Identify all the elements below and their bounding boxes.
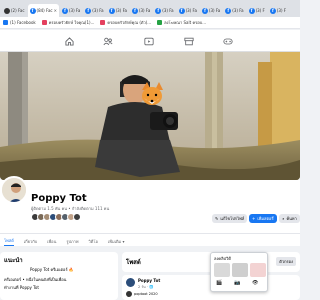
popup-title: ลงคลิปวิดี	[214, 256, 231, 261]
facebook-bookmark-icon	[3, 20, 8, 25]
tab-label: (3) Fa	[138, 8, 151, 13]
intro-card: แนะนำ Poppy Tot ครีเอเตอร์ 🔥 ครีเอเตอร์ …	[0, 252, 118, 300]
bookmark-label: ครอบครัวยักษ์ ใจคุณ(1)...	[48, 20, 95, 25]
intro-category: ครีเอเตอร์ • หนึ่งในคนดังที่เป็นเพื่อน	[4, 277, 67, 282]
tab-friends[interactable]: เพื่อน	[47, 238, 56, 245]
tab-videos[interactable]: วิดีโอ	[89, 238, 98, 245]
facebook-favicon-icon: f	[61, 7, 68, 14]
tab-label: (3) Fa	[92, 8, 104, 13]
tab-label: (3) F	[276, 8, 287, 13]
browser-tab[interactable]: f (3) Fa	[223, 4, 245, 17]
cover-photo-image	[0, 52, 300, 180]
facebook-favicon-icon: f	[29, 7, 36, 14]
bookmark-icon	[41, 20, 47, 25]
bookmark-label: ลงโฆษณา Salt ครอบ...	[164, 20, 207, 25]
profile-avatar[interactable]	[0, 176, 28, 204]
post-author-name-2[interactable]: poptoot 2020	[134, 292, 158, 296]
filter-button[interactable]: ตัวกรอง	[276, 257, 296, 266]
friends-icon[interactable]	[102, 35, 114, 47]
eye-icon[interactable]: 👁	[252, 280, 258, 286]
camera-icon[interactable]: 📷	[234, 280, 240, 286]
intro-bio: Poppy Tot ครีเอเตอร์ 🔥	[30, 267, 74, 272]
friend-avatar[interactable]	[73, 213, 81, 221]
post-time[interactable]: 2 วัน · 🌐	[138, 284, 153, 290]
plus-icon: +	[252, 216, 256, 221]
tab-label: (3) Fa	[185, 8, 197, 13]
followers-count[interactable]: ผู้ติดตาม 1.5 พัน คน • กำลังติดตาม 111 ค…	[31, 205, 109, 212]
posts-title: โพสต์	[126, 259, 141, 266]
tab-label: (3) Fa	[68, 8, 81, 13]
search-icon: ⌕	[282, 216, 285, 221]
marketplace-icon[interactable]	[183, 35, 195, 47]
header-divider	[0, 233, 300, 234]
pencil-icon: ✎	[215, 216, 219, 221]
browser-tab[interactable]: f (3) Fa	[107, 4, 129, 17]
facebook-favicon-icon: f	[131, 7, 138, 14]
gaming-icon[interactable]	[222, 35, 234, 47]
post-author-avatar[interactable]	[126, 291, 132, 297]
popup-thumbnail[interactable]	[214, 263, 230, 277]
browser-tab[interactable]: f (3) Fa	[177, 4, 199, 17]
video-icon[interactable]: 🎬	[216, 280, 222, 286]
bookmark-label: ครอบครัวยักษ์คุณ (ตัว)...	[107, 20, 152, 25]
chevron-down-icon: ▾	[122, 238, 125, 244]
add-story-button[interactable]: + เพิ่มสตอรี่	[249, 214, 277, 223]
friend-avatars[interactable]	[31, 213, 81, 221]
browser-tab[interactable]: f (3) Fa	[153, 4, 175, 17]
post-author-avatar[interactable]	[126, 278, 135, 287]
facebook-favicon-icon: f	[178, 7, 185, 14]
browser-tab-bar: (2) Fac f (84) Fac ✕ f (3) Fa f (3) Fa f (3) …	[0, 0, 300, 17]
tab-label: (84) Fac	[36, 8, 53, 13]
search-button[interactable]: ⌕ ค้นหา	[279, 214, 300, 223]
tab-favicon-icon	[4, 7, 10, 14]
tab-about[interactable]: เกี่ยวกับ	[24, 238, 37, 245]
tab-photos[interactable]: รูปภาพ	[66, 238, 78, 245]
intro-title: แนะนำ	[4, 257, 23, 264]
tab-label: (3) Fa	[232, 8, 244, 13]
popup-thumbnail[interactable]	[250, 263, 266, 277]
bookmark-icon	[157, 20, 163, 25]
facebook-favicon-icon: f	[85, 7, 92, 14]
browser-tab[interactable]: f (3) Fa	[200, 4, 222, 17]
bookmark-item[interactable]: ลงโฆษณา Salt ครอบ...	[157, 19, 206, 26]
tab-more[interactable]: เพิ่มเติม ▾	[108, 238, 125, 245]
home-icon[interactable]	[63, 35, 75, 47]
floating-popup[interactable]: ลงคลิปวิดี 🎬 📷 👁	[210, 252, 268, 292]
browser-tab[interactable]: f (84) Fac ✕	[27, 4, 59, 17]
tab-label: (3) Fa	[115, 8, 127, 13]
bookmark-label: (1) Facebook	[10, 20, 36, 25]
profile-name: Poppy Tot	[31, 193, 87, 204]
browser-tab[interactable]: (2) Fac	[2, 4, 27, 17]
tab-label: (3) Fa	[162, 8, 174, 13]
facebook-favicon-icon: f	[248, 7, 255, 14]
close-tab-icon[interactable]: ✕	[54, 8, 57, 13]
facebook-top-nav	[0, 30, 300, 52]
bookmark-icon	[100, 20, 106, 25]
watch-icon[interactable]	[143, 35, 155, 47]
browser-tab[interactable]: f (3) F	[268, 4, 288, 17]
intro-work: ทำงานที่ Poppy Tot	[4, 285, 39, 290]
bookmarks-bar: (1) Facebook ครอบครัวยักษ์ ใจคุณ(1)... ค…	[0, 17, 300, 29]
edit-profile-button[interactable]: ✎ แก้ไขโปรไฟล์	[212, 214, 248, 223]
browser-tab[interactable]: f (3) Fa	[130, 4, 152, 17]
facebook-favicon-icon: f	[155, 7, 162, 14]
popup-thumbnail[interactable]	[232, 263, 248, 277]
tab-label: (2) Fac	[11, 8, 25, 13]
browser-tab[interactable]: f (3) Fa	[83, 4, 105, 17]
facebook-favicon-icon: f	[269, 7, 276, 14]
browser-tab[interactable]: f (3) Fa	[60, 4, 82, 17]
bookmark-item[interactable]: (1) Facebook	[3, 20, 36, 25]
post-author-name[interactable]: Poppy Tot	[138, 278, 160, 283]
facebook-favicon-icon: f	[225, 7, 232, 14]
bookmark-item[interactable]: ครอบครัวยักษ์คุณ (ตัว)...	[100, 19, 151, 26]
profile-tabs: โพสต์ เกี่ยวกับ เพื่อน รูปภาพ วิดีโอ เพิ…	[0, 236, 300, 246]
tab-label: (3) F	[255, 8, 265, 13]
facebook-favicon-icon: f	[201, 7, 208, 14]
cover-photo[interactable]	[0, 52, 300, 180]
facebook-favicon-icon: f	[108, 7, 115, 14]
bookmark-item[interactable]: ครอบครัวยักษ์ ใจคุณ(1)...	[41, 19, 95, 26]
tab-label: (3) Fa	[208, 8, 221, 13]
browser-tab[interactable]: f (3) F	[247, 4, 267, 17]
tab-posts[interactable]: โพสต์	[4, 237, 14, 246]
